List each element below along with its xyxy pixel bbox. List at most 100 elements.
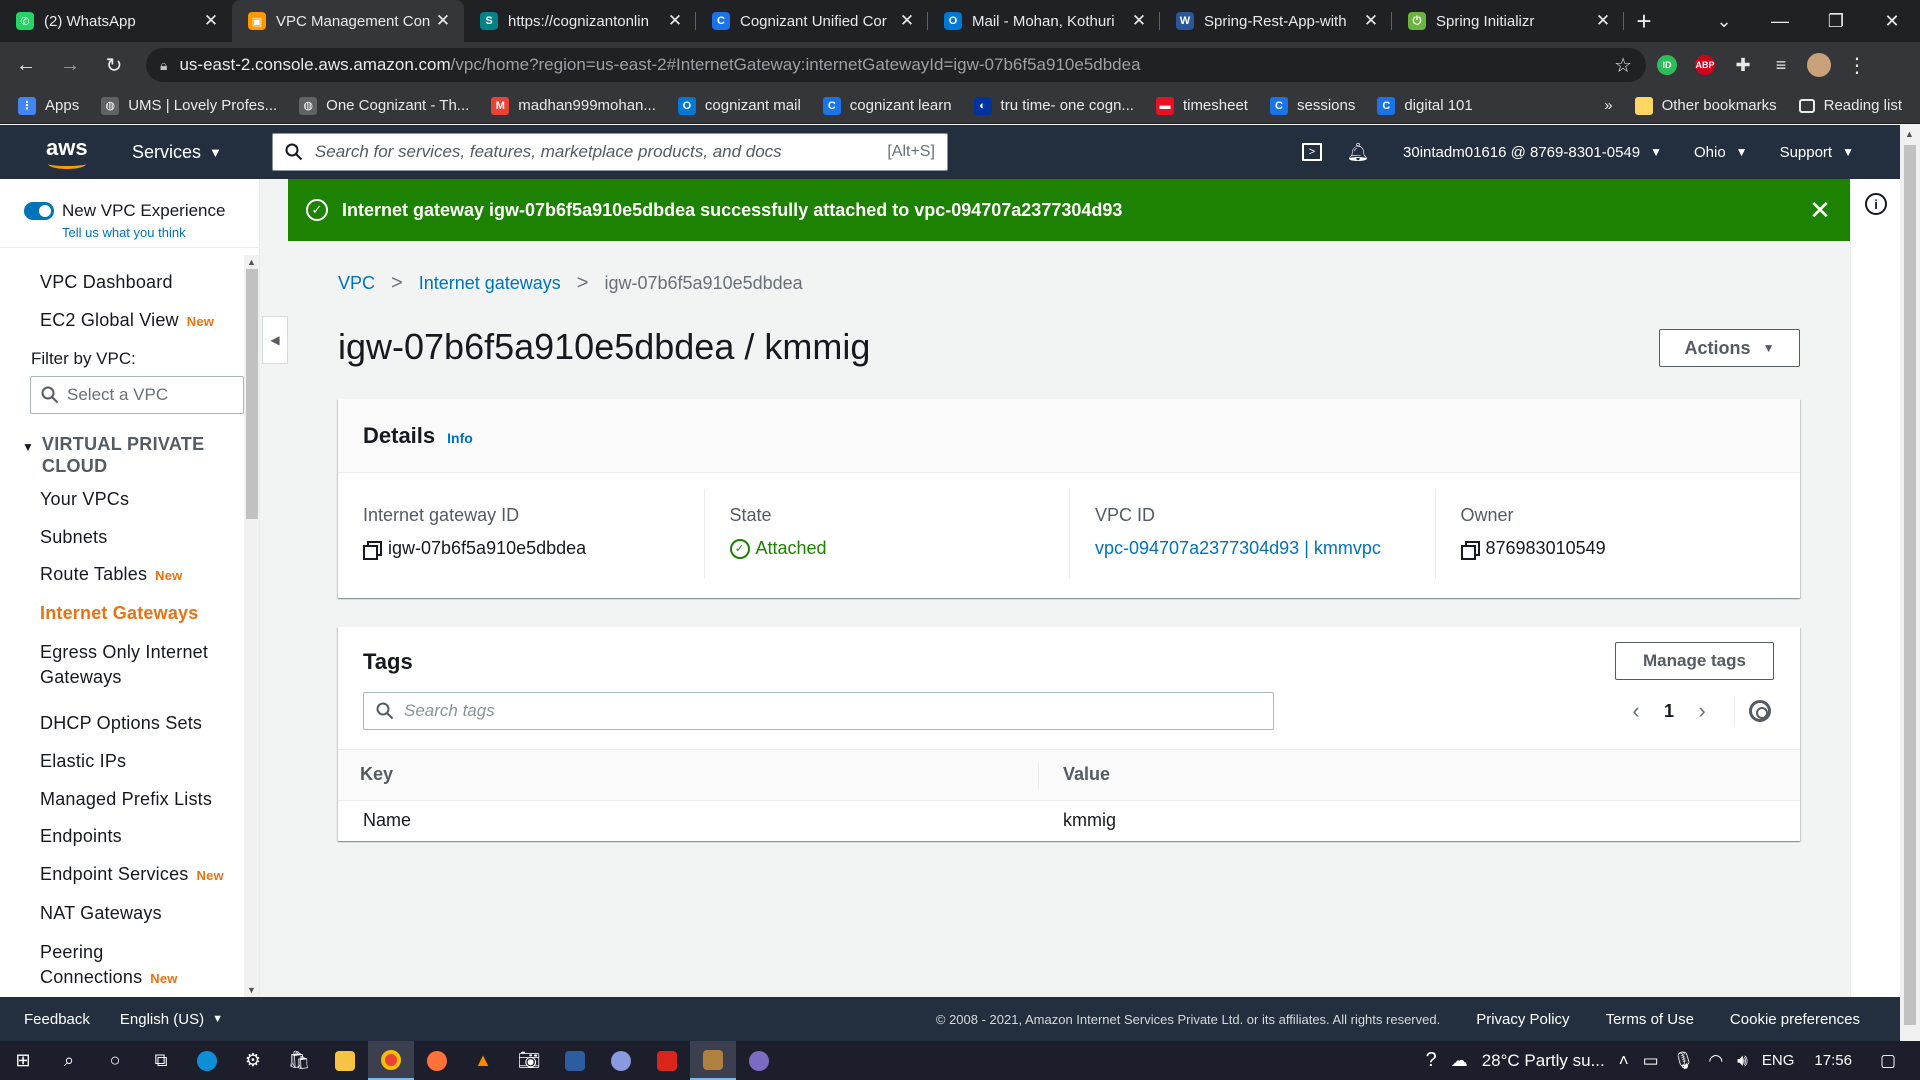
sidebar-item-managed-prefix-lists[interactable]: Managed Prefix Lists (40, 789, 212, 810)
notification-icon[interactable]: ▢ (1880, 1051, 1896, 1071)
vlc-icon[interactable]: ▲ (460, 1041, 506, 1080)
breadcrumb-vpc[interactable]: VPC (338, 273, 375, 294)
extension-icon[interactable]: ID (1650, 50, 1684, 80)
info-icon[interactable]: i (1865, 193, 1887, 215)
bookmarks-more[interactable]: » (1604, 97, 1612, 114)
language-selector[interactable]: English (US) ▼ (120, 1011, 223, 1028)
sidebar-item-egress-only-internet[interactable]: Egress Only Internet Gateways (40, 640, 208, 690)
browser-tab[interactable]: ⏻ Spring Initializr ✕ (1392, 0, 1624, 42)
sidebar-scrollbar[interactable]: ▲ ▼ (244, 255, 259, 997)
bookmark-item[interactable]: Mmadhan999mohan... (491, 96, 656, 115)
minimize-button[interactable]: — (1752, 11, 1808, 32)
close-tab-icon[interactable]: ✕ (1130, 11, 1148, 31)
vs-code-icon[interactable] (552, 1041, 598, 1080)
scroll-up-icon[interactable]: ▲ (1905, 129, 1914, 139)
sidebar-item-endpoint-services[interactable]: Endpoint Services New (40, 864, 224, 885)
bookmark-item[interactable]: Csessions (1269, 96, 1355, 115)
page-scrollbar[interactable]: ▲ (1900, 125, 1920, 1041)
close-tab-icon[interactable]: ✕ (1594, 11, 1612, 31)
bell-icon[interactable]: 🔔︎ (1335, 142, 1381, 163)
new-vpc-experience-toggle[interactable]: New VPC Experience (24, 201, 225, 221)
other-bookmarks[interactable]: Other bookmarks (1634, 96, 1777, 115)
bookmark-item[interactable]: Ocognizant mail (677, 96, 801, 115)
reload-icon[interactable]: ↻ (96, 47, 132, 83)
column-value[interactable]: Value (1063, 764, 1110, 785)
weather-icon[interactable]: ☁ (1451, 1051, 1468, 1071)
actions-button[interactable]: Actions ▼ (1659, 329, 1800, 367)
acrobat-icon[interactable] (644, 1041, 690, 1080)
search-icon[interactable]: ⌕ (46, 1041, 92, 1080)
settings-icon[interactable]: ⚙ (230, 1041, 276, 1080)
bookmark-item[interactable]: ◐ tru time- one cogn... (973, 96, 1134, 115)
browser-tab[interactable]: O Mail - Mohan, Kothuri ✕ (928, 0, 1160, 42)
browser-tab[interactable]: W Spring-Rest-App-with ✕ (1160, 0, 1392, 42)
clock[interactable]: 17:56 (1814, 1052, 1852, 1069)
cortana-icon[interactable]: ○ (92, 1041, 138, 1080)
battery-icon[interactable]: ▭ (1643, 1051, 1659, 1071)
chevron-left-icon[interactable]: ‹ (1618, 698, 1654, 724)
camera-icon[interactable]: 📷︎ (506, 1041, 552, 1080)
task-view-icon[interactable]: ⧉ (138, 1041, 184, 1080)
media-control-icon[interactable]: ≡ (1764, 50, 1798, 80)
cloudshell-icon[interactable]: > (1289, 143, 1335, 161)
close-tab-icon[interactable]: ✕ (1362, 11, 1380, 31)
scroll-up-icon[interactable]: ▲ (247, 257, 256, 267)
sidebar-item-elastic-ips[interactable]: Elastic IPs (40, 751, 126, 772)
privacy-policy-link[interactable]: Privacy Policy (1476, 1011, 1569, 1028)
new-tab-button[interactable]: + (1624, 0, 1664, 42)
browser-tab[interactable]: C Cognizant Unified Cor ✕ (696, 0, 928, 42)
sidebar-item-route-tables[interactable]: Route Tables New (40, 564, 182, 585)
gear-icon[interactable] (1749, 700, 1771, 722)
close-tab-icon[interactable]: ✕ (434, 11, 452, 31)
tags-search-input[interactable]: Search tags (363, 692, 1274, 730)
close-window-button[interactable]: ✕ (1864, 11, 1920, 32)
wifi-icon[interactable]: ◠ (1708, 1051, 1723, 1071)
sidebar-item-endpoints[interactable]: Endpoints (40, 826, 122, 847)
scroll-thumb[interactable] (1904, 145, 1916, 1025)
region-menu[interactable]: Ohio ▼ (1694, 144, 1748, 161)
reading-list[interactable]: Reading list (1798, 97, 1902, 114)
help-icon[interactable]: ? (1426, 1049, 1437, 1072)
feedback-link[interactable]: Tell us what you think (62, 225, 186, 240)
account-menu[interactable]: 30intadm01616 @ 8769-8301-0549 ▼ (1403, 144, 1662, 161)
copy-icon[interactable] (363, 540, 382, 560)
tab-search-icon[interactable]: ⌄ (1696, 11, 1752, 32)
bookmark-item[interactable]: Ccognizant learn (822, 96, 952, 115)
close-tab-icon[interactable]: ✕ (202, 11, 220, 31)
support-menu[interactable]: Support ▼ (1780, 144, 1854, 161)
feedback-button[interactable]: Feedback (24, 1011, 90, 1028)
store-icon[interactable]: 🛍︎ (276, 1041, 322, 1080)
forward-icon[interactable]: → (52, 47, 88, 83)
weather-text[interactable]: 28°C Partly su... (1482, 1051, 1605, 1071)
edge-icon[interactable] (184, 1041, 230, 1080)
address-bar[interactable]: 🔒︎ us-east-2.console.aws.amazon.com/vpc/… (146, 48, 1646, 82)
input-language[interactable]: ENG (1762, 1052, 1795, 1069)
vpc-id-link[interactable]: vpc-094707a2377304d93 | kmmvpc (1095, 538, 1381, 559)
scroll-down-icon[interactable]: ▼ (247, 985, 256, 995)
scroll-thumb[interactable] (246, 269, 258, 519)
extensions-puzzle-icon[interactable]: ✚ (1726, 50, 1760, 80)
adblock-icon[interactable]: ABP (1688, 50, 1722, 80)
browser-tab[interactable]: ✆ (2) WhatsApp ✕ (0, 0, 232, 42)
copy-icon[interactable] (1460, 540, 1480, 560)
sidebar-item-vpc-dashboard[interactable]: VPC Dashboard (40, 272, 173, 293)
terms-of-use-link[interactable]: Terms of Use (1606, 1011, 1694, 1028)
page-number[interactable]: 1 (1654, 701, 1684, 722)
manage-tags-button[interactable]: Manage tags (1615, 642, 1774, 680)
sidebar-item-ec2-global-view[interactable]: EC2 Global View New (40, 310, 214, 331)
chevron-up-icon[interactable]: ˄ (1619, 1051, 1629, 1071)
services-menu[interactable]: Services ▼ (132, 142, 222, 163)
section-virtual-private-cloud[interactable]: ▼ VIRTUAL PRIVATE CLOUD (22, 433, 242, 477)
back-icon[interactable]: ← (8, 47, 44, 83)
sidebar-item-dhcp-options-sets[interactable]: DHCP Options Sets (40, 713, 202, 734)
bookmark-item[interactable]: ⋮ Apps (18, 96, 79, 115)
collapse-sidebar-button[interactable]: ◀ (262, 316, 288, 364)
sidebar-item-nat-gateways[interactable]: NAT Gateways (40, 903, 162, 924)
info-link[interactable]: Info (447, 430, 473, 446)
app-active-icon[interactable] (690, 1041, 736, 1080)
bookmark-item[interactable]: ▬ timesheet (1155, 96, 1248, 115)
toggle-switch[interactable] (24, 202, 54, 220)
maximize-button[interactable]: ❐ (1808, 11, 1864, 32)
bookmark-item[interactable]: ◍ One Cognizant - Th... (299, 96, 469, 115)
sidebar-item-peering[interactable]: Peering Connections New (40, 940, 178, 991)
